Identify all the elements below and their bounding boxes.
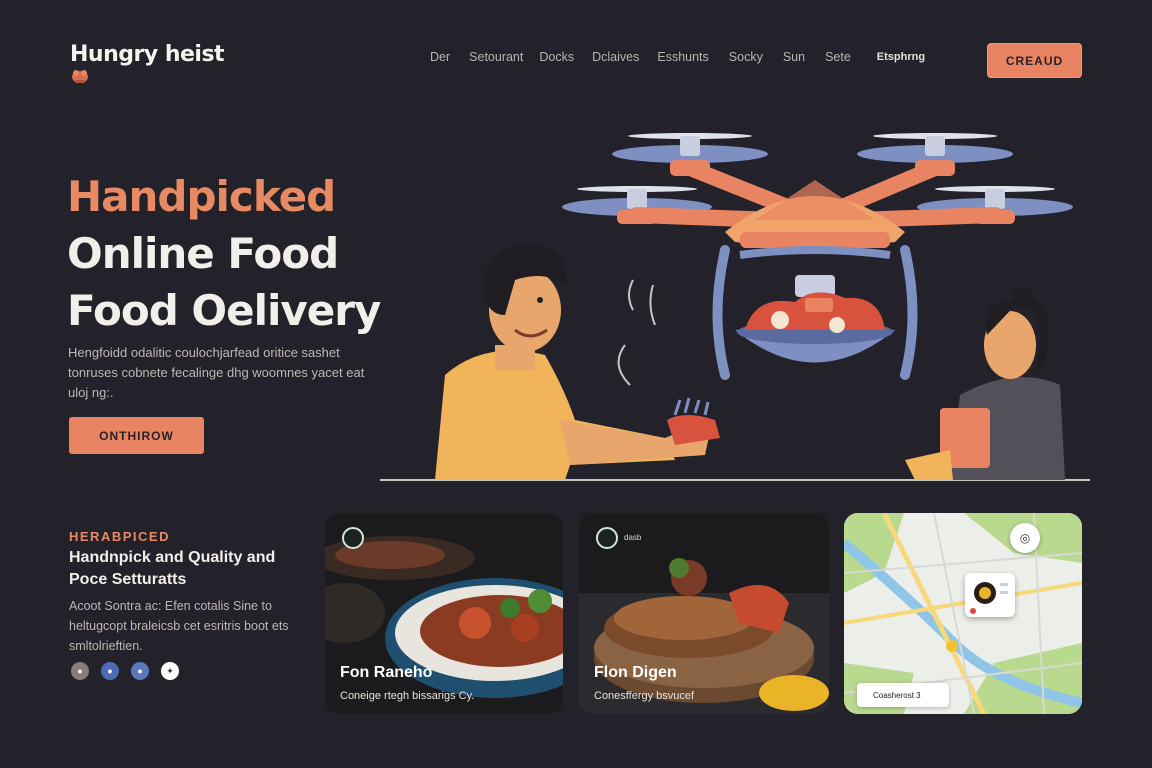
social-icon[interactable]: ● [71,662,89,680]
brand-name: Hungry heist [70,42,225,67]
hero-cta-button[interactable]: ONTHIROW [69,417,204,454]
restaurant-card[interactable]: dasb Flon Digen Conesffergy bsvucef [579,513,829,714]
nav-item-sun[interactable]: Sun [783,50,805,64]
drone-illustration [380,133,1090,481]
map-card[interactable]: ◎ Coasherost 3 [844,513,1082,714]
brand-logo-icon [72,70,88,83]
nav-item-docks[interactable]: Docks [539,50,574,64]
hero-description: Hengfoidd odalitic coulochjarfead oritic… [68,345,365,400]
card-subtitle: Coneige rtegh bissarigs Cy. [340,690,475,702]
card-logo-icon [342,527,364,549]
location-pin-icon[interactable] [965,573,1015,617]
nav-item-dclaives[interactable]: Dclaives [592,50,639,64]
social-icon[interactable]: ● [131,662,149,680]
map-location-label: Coasherost 3 [857,683,949,707]
social-icon[interactable]: ● [101,662,119,680]
card-subtitle: Conesffergy bsvucef [594,690,695,702]
main-nav: Der Setourant Docks Dclaives Esshunts So… [430,50,925,64]
nav-item-etsphrng[interactable]: Etsphrng [877,51,925,63]
section-kicker: HERABPICED [69,529,170,544]
section-description: Acoot Sontra ac: Efen cotalis Sine to he… [69,599,289,653]
card-badge-label: dasb [624,533,642,542]
restaurant-card[interactable]: Fon Raneho Coneige rtegh bissarigs Cy. [325,513,563,714]
social-links: ● ● ● ✦ [71,662,179,680]
compass-icon[interactable]: ◎ [1010,523,1040,553]
header-cta-button[interactable]: CREAUD [987,43,1082,78]
nav-item-sete[interactable]: Sete [825,50,851,64]
card-logo-icon [596,527,618,549]
card-title: Flon Digen [594,664,677,681]
card-title: Fon Raneho [340,664,433,681]
social-icon[interactable]: ✦ [161,662,179,680]
nav-item-esshunts[interactable]: Esshunts [657,50,708,64]
section-title: Handnpick and Quality and Poce Setturatt… [69,549,276,588]
nav-item-der[interactable]: Der [430,50,450,64]
nav-item-socky[interactable]: Socky [729,50,763,64]
nav-item-setourant[interactable]: Setourant [469,50,523,64]
brand-logo[interactable]: Hungry heist [70,42,225,83]
